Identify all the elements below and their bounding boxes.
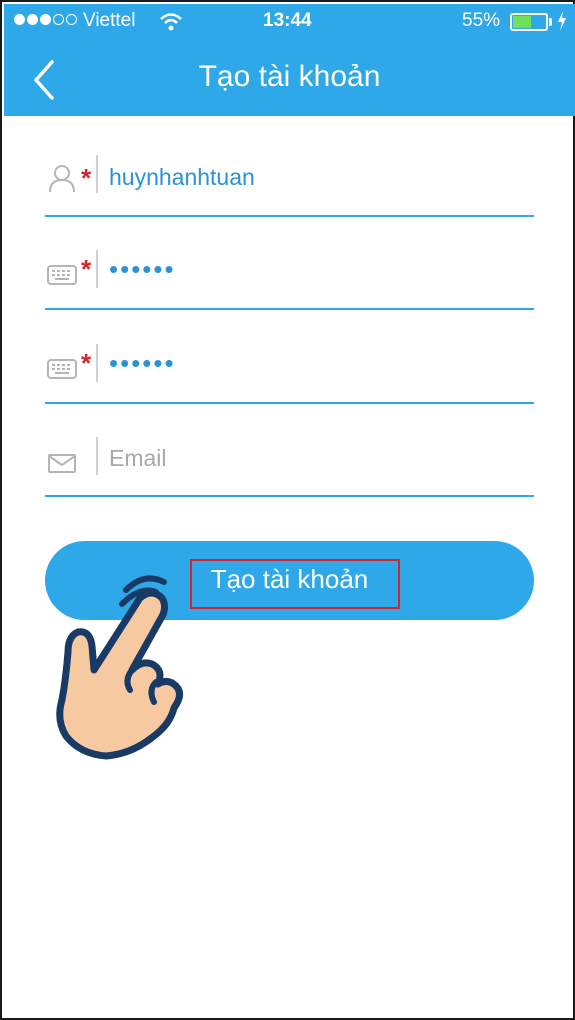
confirm-password-input[interactable]	[109, 341, 529, 385]
wifi-icon	[160, 13, 182, 31]
user-icon	[49, 165, 75, 193]
email-input[interactable]	[109, 436, 529, 480]
mail-icon	[48, 454, 76, 473]
email-field-row	[45, 403, 534, 497]
battery-level-fill	[513, 16, 531, 28]
keyboard-icon	[47, 265, 77, 285]
field-separator	[96, 437, 98, 475]
carrier-name: Viettel	[83, 10, 136, 31]
required-marker: *	[81, 254, 92, 284]
required-marker: *	[81, 163, 92, 193]
username-input[interactable]	[109, 155, 529, 199]
pointing-hand-icon	[56, 575, 183, 760]
keyboard-icon	[47, 359, 77, 379]
field-separator	[96, 250, 98, 288]
page-title: Tạo tài khoản	[198, 60, 381, 93]
app-header: Viettel 13:44 55% Tạo tài khoản	[4, 4, 575, 116]
highlight-box	[190, 559, 400, 609]
password-field-row: *	[45, 216, 534, 310]
required-marker: *	[81, 348, 92, 378]
field-separator	[96, 155, 98, 193]
status-bar: Viettel 13:44 55%	[4, 4, 575, 38]
battery-icon	[510, 13, 548, 31]
field-separator	[96, 344, 98, 382]
signal-strength-icon	[14, 14, 77, 25]
screen-frame: Viettel 13:44 55% Tạo tài khoản * huynha…	[0, 0, 575, 1020]
confirm-password-field-row: *	[45, 310, 534, 404]
password-input[interactable]	[109, 247, 529, 291]
battery-percent: 55%	[462, 10, 501, 31]
battery-tip	[549, 18, 552, 26]
charging-bolt-icon	[558, 11, 566, 31]
clock: 13:44	[263, 10, 312, 31]
username-field-row: *	[45, 123, 534, 217]
